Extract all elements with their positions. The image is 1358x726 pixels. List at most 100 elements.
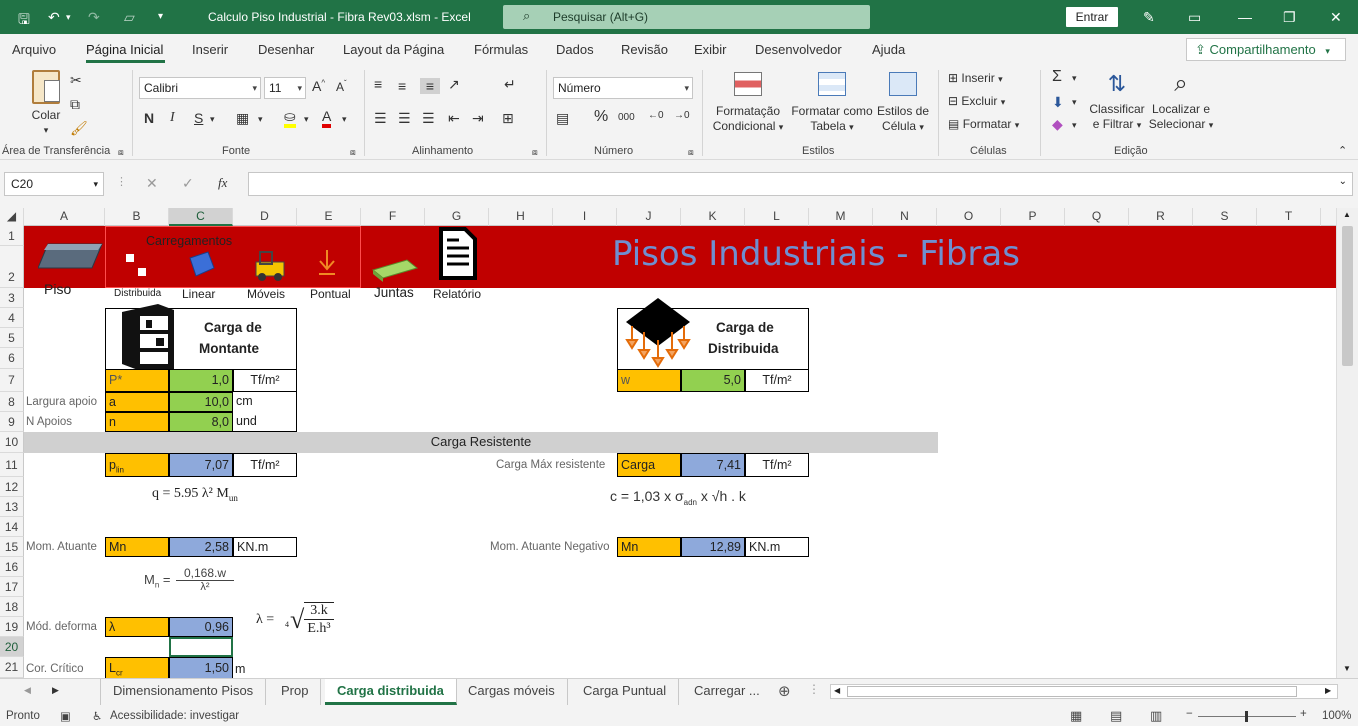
fill-icon[interactable]: ⬇ (1052, 94, 1064, 111)
enter-icon[interactable]: ✓ (182, 175, 194, 192)
zoom-slider-thumb[interactable] (1245, 711, 1248, 722)
format-painter-icon[interactable]: 🖌 (70, 120, 88, 137)
linear-icon[interactable] (188, 250, 216, 278)
select-all-corner[interactable]: ◢ (0, 208, 24, 226)
column-header-n[interactable]: N (873, 208, 937, 226)
montante-p-unit[interactable]: Tf/m² (233, 369, 297, 392)
column-header-g[interactable]: G (425, 208, 489, 226)
orientation-icon[interactable]: ↗ (448, 76, 460, 93)
montante-p-value[interactable]: 1,0 (169, 369, 233, 392)
fill-color-icon[interactable]: ⛀ (284, 108, 296, 128)
column-header-m[interactable]: M (809, 208, 873, 226)
wrap-text-icon[interactable]: ↵ (504, 76, 516, 93)
distribuida-w-value[interactable]: 5,0 (681, 369, 745, 392)
column-header-j[interactable]: J (617, 208, 681, 226)
delete-cells-button[interactable]: ⊟ Excluir ▾ (948, 94, 1005, 110)
increase-decimal-icon[interactable]: ←0 (648, 110, 664, 121)
column-header-i[interactable]: I (553, 208, 617, 226)
horizontal-scrollbar[interactable]: ◀ ▶ (830, 684, 1338, 699)
distribuida-w-symbol[interactable]: w (617, 369, 681, 392)
pen-icon[interactable]: ✎ (1143, 9, 1155, 26)
column-header-l[interactable]: L (745, 208, 809, 226)
column-header-k[interactable]: K (681, 208, 745, 226)
carga-max-value[interactable]: 7,41 (681, 453, 745, 477)
add-sheet-icon[interactable]: ⊕ (778, 682, 791, 700)
tab-formulas[interactable]: Fórmulas (474, 42, 528, 57)
borders-icon[interactable]: ▦ (236, 110, 249, 127)
row-header-9[interactable]: 9 (0, 412, 24, 432)
expand-formula-icon[interactable]: ⌄ (1339, 176, 1347, 187)
thousands-button[interactable]: 000 (618, 112, 635, 123)
align-center-icon[interactable]: ☰ (398, 110, 411, 127)
scroll-left-icon[interactable]: ◀ (834, 686, 840, 695)
row-header-8[interactable]: 8 (0, 392, 24, 412)
row-header-1[interactable]: 1 (0, 226, 24, 246)
column-header-r[interactable]: R (1129, 208, 1193, 226)
tab-desenvolvedor[interactable]: Desenvolvedor (755, 42, 842, 57)
distribuida-w-unit[interactable]: Tf/m² (745, 369, 809, 392)
sheet-tab-carga-puntual[interactable]: Carga Puntual (571, 679, 680, 705)
row-header-20[interactable]: 20 (0, 637, 24, 657)
tab-inserir[interactable]: Inserir (192, 42, 228, 57)
moveis-icon[interactable] (252, 246, 290, 282)
scroll-up-icon[interactable]: ▲ (1343, 210, 1351, 219)
align-top-icon[interactable]: ≡ (374, 76, 382, 92)
paste-button[interactable]: Colar ▾ (26, 70, 66, 138)
page-layout-icon[interactable]: ▤ (1110, 708, 1122, 724)
row-header-3[interactable]: 3 (0, 288, 24, 308)
name-box[interactable]: C20 ▾ (4, 172, 104, 196)
align-middle-icon[interactable]: ≡ (398, 78, 406, 94)
lambda-value[interactable]: 0,96 (169, 617, 233, 637)
touch-mode-icon[interactable]: ▱ (124, 9, 135, 26)
number-format-combo[interactable]: Número ▾ (553, 77, 693, 99)
mn-value[interactable]: 2,58 (169, 537, 233, 557)
mn-neg-value[interactable]: 12,89 (681, 537, 745, 557)
cut-icon[interactable]: ✂ (70, 72, 82, 89)
mn-unit[interactable]: KN.m (233, 537, 297, 557)
ribbon-display-icon[interactable]: ▭ (1188, 9, 1201, 26)
font-size-combo[interactable]: 11 ▾ (264, 77, 306, 99)
align-left-icon[interactable]: ☰ (374, 110, 387, 127)
lcr-value[interactable]: 1,50 (169, 657, 233, 678)
lcr-unit[interactable]: m (235, 659, 245, 678)
montante-a-unit[interactable]: cm (233, 392, 297, 412)
number-launcher-icon[interactable]: ⧈ (688, 147, 694, 158)
carga-max-symbol[interactable]: Carga (617, 453, 681, 477)
format-as-table-button[interactable]: Formatar como Tabela ▾ (788, 72, 876, 135)
relatorio-icon[interactable] (435, 226, 479, 282)
scroll-down-icon[interactable]: ▼ (1343, 664, 1351, 673)
accessibility-icon[interactable]: ♿ (92, 709, 102, 723)
vertical-scrollbar[interactable]: ▲ ▼ (1336, 208, 1358, 678)
tab-ajuda[interactable]: Ajuda (872, 42, 905, 57)
column-header-h[interactable]: H (489, 208, 553, 226)
tab-layout[interactable]: Layout da Página (343, 42, 444, 57)
decrease-decimal-icon[interactable]: →0 (674, 110, 690, 121)
insert-function-button[interactable]: fx (218, 175, 227, 191)
sheet-tab-prop[interactable]: Prop (269, 679, 322, 705)
currency-icon[interactable]: ▤ (556, 110, 569, 127)
sheet-tab-cargas-moveis[interactable]: Cargas móveis (456, 679, 568, 705)
montante-a-symbol[interactable]: a (105, 392, 169, 412)
tab-revisao[interactable]: Revisão (621, 42, 668, 57)
column-header-t[interactable]: T (1257, 208, 1321, 226)
column-header-c[interactable]: C (169, 208, 233, 226)
chevron-down-icon[interactable]: ▾ (304, 114, 309, 125)
sheet-tab-carregar[interactable]: Carregar ... (682, 679, 772, 705)
column-header-o[interactable]: O (937, 208, 1001, 226)
chevron-down-icon[interactable]: ▾ (342, 114, 347, 125)
copy-icon[interactable]: ⧉ (70, 96, 80, 113)
zoom-out-icon[interactable]: − (1186, 708, 1193, 720)
column-header-d[interactable]: D (233, 208, 297, 226)
signin-button[interactable]: Entrar (1066, 7, 1118, 27)
chevron-down-icon[interactable]: ▾ (210, 114, 215, 125)
row-header-15[interactable]: 15 (0, 537, 24, 557)
montante-n-symbol[interactable]: n (105, 412, 169, 432)
find-select-button[interactable]: ⌕ Localizar e Selecionar ▾ (1148, 70, 1214, 133)
sheet-tab-dimensionamento[interactable]: Dimensionamento Pisos (100, 679, 267, 705)
row-header-21[interactable]: 21 (0, 657, 24, 678)
column-header-b[interactable]: B (105, 208, 169, 226)
chevron-down-icon[interactable]: ▾ (258, 114, 263, 125)
row-header-13[interactable]: 13 (0, 497, 24, 517)
tab-dados[interactable]: Dados (556, 42, 594, 57)
lambda-symbol[interactable]: λ (105, 617, 169, 637)
